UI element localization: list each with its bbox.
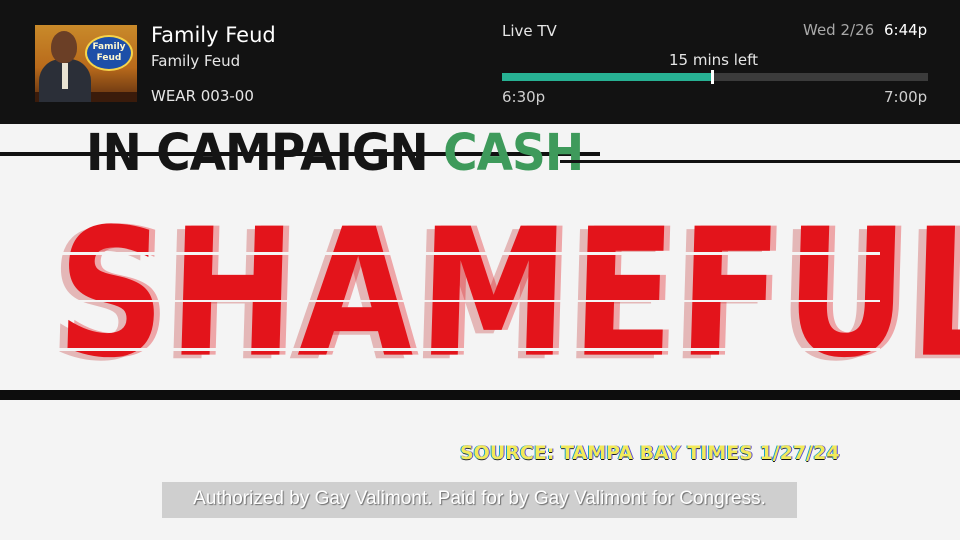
current-date: Wed 2/26 [803, 21, 875, 39]
political-ad-frame: IN CAMPAIGN CASH SHAMEFUL SOURCE: TAMPA … [0, 124, 960, 540]
campaign-word: IN CAMPAIGN [86, 123, 429, 184]
time-remaining: 15 mins left [669, 51, 759, 69]
glitch-slice [40, 348, 880, 351]
campaign-cash-line: IN CAMPAIGN CASH [86, 128, 584, 179]
cash-word: CASH [443, 123, 584, 184]
program-start-time: 6:30p [502, 88, 546, 106]
program-progress-bar [502, 70, 928, 84]
channel-number: WEAR 003-00 [151, 87, 254, 105]
show-logo-text: Family Feud [92, 42, 126, 63]
headline-shameful: SHAMEFUL [54, 191, 960, 398]
glitch-slice [40, 252, 880, 255]
program-progress-marker [711, 70, 715, 84]
thumbnail-host-tie [62, 63, 68, 89]
program-end-time: 7:00p [884, 88, 928, 106]
program-thumbnail: Family Feud [35, 25, 137, 102]
program-info-overlay: Family Feud Family Feud Family Feud WEAR… [0, 0, 960, 124]
live-tv-label: Live TV [502, 22, 557, 40]
paid-for-disclaimer: Authorized by Gay Valimont. Paid for by … [162, 482, 797, 518]
program-subtitle: Family Feud [151, 52, 241, 70]
show-logo: Family Feud [85, 35, 133, 71]
thumbnail-host-head [51, 31, 77, 63]
current-time: 6:44p [884, 21, 928, 39]
source-citation: SOURCE: TAMPA BAY TIMES 1/27/24 [460, 442, 840, 464]
glitch-band [560, 160, 960, 163]
program-progress-fill [502, 73, 713, 81]
glitch-slice [40, 300, 880, 302]
glitch-black-bar [0, 390, 960, 400]
program-title: Family Feud [151, 23, 276, 47]
